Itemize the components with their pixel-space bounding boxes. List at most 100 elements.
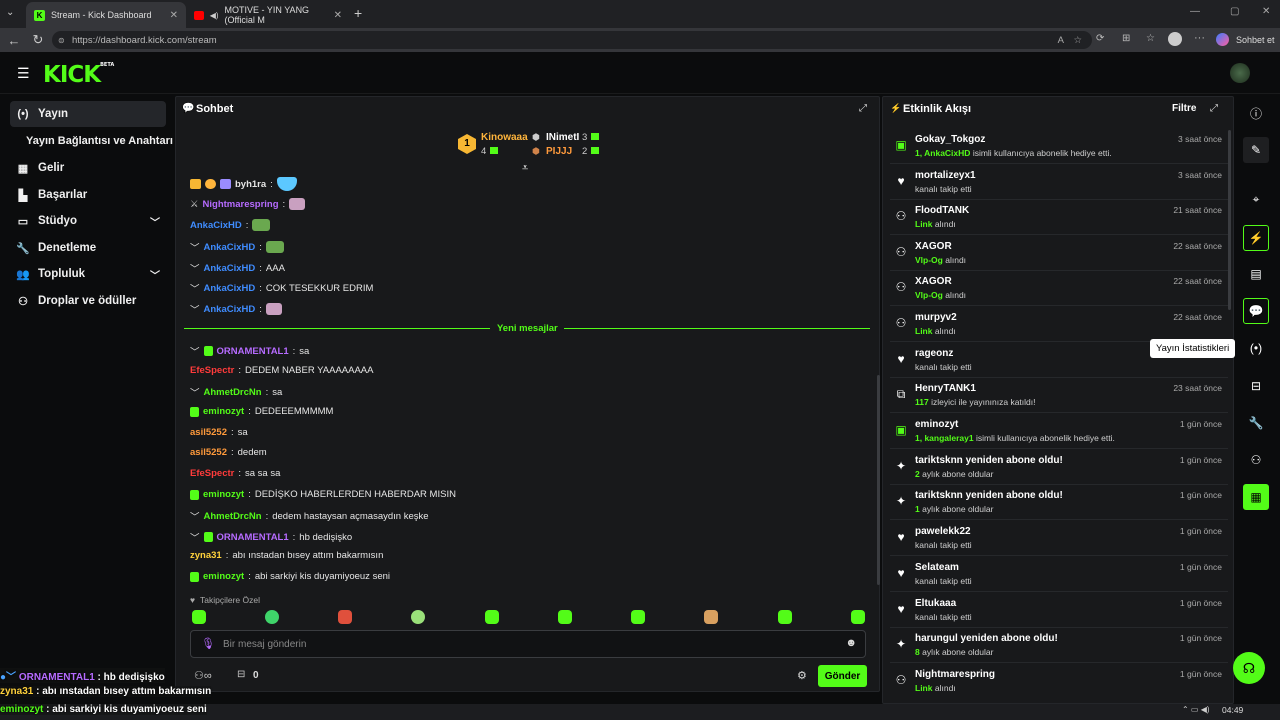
emote-button[interactable]	[338, 610, 352, 624]
close-window-icon[interactable]: ✕	[1262, 6, 1270, 17]
kick-logo[interactable]: KICKBETA	[43, 62, 114, 88]
browser-tab-kick[interactable]: K Stream - Kick Dashboard ✕	[26, 2, 186, 28]
notes-icon[interactable]: ▤	[1243, 261, 1269, 287]
chat-settings-icon[interactable]: ⚙	[797, 669, 807, 682]
chat-username[interactable]: eminozyt	[203, 571, 244, 582]
activity-item[interactable]: ✦ tariktsknn yeniden abone oldu! 2 aylık a…	[890, 450, 1228, 485]
emote-button[interactable]	[631, 610, 645, 624]
chat-username[interactable]: eminozyt	[203, 489, 244, 500]
send-button[interactable]: Gönder	[818, 665, 867, 687]
close-tab-icon[interactable]: ✕	[334, 10, 342, 21]
activity-item[interactable]: ♥ mortalizeyx1 kanalı takip etti 3 saat önc…	[890, 165, 1228, 200]
speaker-icon[interactable]: ◀)	[210, 11, 219, 20]
microphone-icon[interactable]: 🎙	[201, 637, 215, 650]
info-icon[interactable]: ⓘ	[1243, 100, 1269, 126]
reply-chevron-icon[interactable]: ﹀	[190, 344, 200, 358]
emote-button[interactable]	[265, 610, 279, 624]
chat-username[interactable]: AnkaCixHD	[190, 220, 242, 231]
activity-item[interactable]: ⚇ FloodTANK Link alındı 21 saat önce	[890, 200, 1228, 235]
leader-name[interactable]: INimetI	[546, 132, 579, 143]
activity-item[interactable]: ⧉ HenryTANK1 117 izleyici ile yayınınıza k…	[890, 378, 1228, 413]
extensions-icon[interactable]: ⟳	[1096, 33, 1104, 44]
activity-item[interactable]: ⚇ XAGOR Vlp-Og alındı 22 saat önce	[890, 271, 1228, 306]
activity-scrollbar[interactable]	[1228, 130, 1231, 310]
reply-chevron-icon[interactable]: ﹀	[190, 240, 200, 254]
chat-username[interactable]: AnkaCixHD	[204, 263, 256, 274]
support-headset-icon[interactable]: ☊	[1233, 652, 1265, 684]
activity-item[interactable]: ✦ harungul yeniden abone oldu! 8 aylık abo…	[890, 628, 1228, 663]
collections-icon[interactable]: ☆	[1146, 33, 1155, 44]
sidebar-item-studyo[interactable]: ▭ Stüdyo ﹀	[10, 208, 166, 234]
browser-tab-youtube[interactable]: ◀) MOTIVE - YIN YANG (Official M ✕	[186, 2, 350, 28]
activity-feed-icon[interactable]: ⚡	[1243, 225, 1269, 251]
site-info-icon[interactable]: ⊜	[58, 36, 65, 45]
chat-username[interactable]: zyna31	[190, 550, 222, 561]
chat-scrollbar[interactable]	[877, 375, 880, 585]
emote-button[interactable]	[485, 610, 499, 624]
chat-input[interactable]: 🎙 Bir mesaj gönderin ☻	[190, 630, 866, 658]
drops-icon[interactable]: ⚇	[1243, 447, 1269, 473]
chat-username[interactable]: ORNAMENTAL1	[217, 346, 289, 357]
reward-box-icon[interactable]: ⊟	[237, 669, 245, 680]
reply-chevron-icon[interactable]: ﹀	[190, 281, 200, 295]
hamburger-menu-icon[interactable]: ☰	[17, 65, 30, 82]
minimize-icon[interactable]: —	[1190, 6, 1200, 17]
channel-points-icon[interactable]: ⚇∞	[194, 669, 212, 682]
chat-username[interactable]: AnkaCixHD	[204, 283, 256, 294]
activity-item[interactable]: ▣ Gokay_Tokgoz 1, AnkaCixHD isimli kullanı…	[890, 129, 1228, 164]
activity-item[interactable]: ⚇ Nightmarespring Link alındı 1 gün önce	[890, 664, 1228, 694]
profile-avatar-icon[interactable]	[1168, 32, 1182, 46]
chat-username[interactable]: byh1ra	[235, 179, 266, 190]
stream-stats-icon[interactable]: (•)	[1243, 335, 1269, 361]
reload-icon[interactable]: ↻	[26, 32, 50, 48]
copilot-label[interactable]: Sohbet et	[1236, 35, 1275, 45]
maximize-icon[interactable]: ▢	[1230, 6, 1239, 17]
target-icon[interactable]: ⌖	[1243, 186, 1269, 212]
activity-item[interactable]: ✦ tariktsknn yeniden abone oldu! 1 aylık a…	[890, 485, 1228, 520]
chat-toggle-icon[interactable]: 💬	[1243, 298, 1269, 324]
sidebar-item-topluluk[interactable]: 👥 Topluluk ﹀	[10, 261, 166, 287]
reply-chevron-icon[interactable]: ﹀	[190, 385, 200, 399]
new-tab-icon[interactable]: +	[354, 5, 362, 21]
favorite-star-icon[interactable]: ☆	[1073, 35, 1082, 46]
clapper-icon[interactable]: ▦	[1243, 484, 1269, 510]
chat-username[interactable]: AhmetDrcNn	[204, 387, 262, 398]
activity-item[interactable]: ♥ Eltukaaa kanalı takip etti 1 gün önce	[890, 593, 1228, 628]
emote-button[interactable]	[851, 610, 865, 624]
filter-button[interactable]: Filtre	[1172, 103, 1196, 114]
back-icon[interactable]: ←	[2, 33, 26, 48]
activity-item[interactable]: ♥ Selateam kanalı takip etti 1 gün önce	[890, 557, 1228, 592]
sidebar-item-droplar[interactable]: ⚇ Droplar ve ödüller	[10, 288, 166, 314]
emote-button[interactable]	[558, 610, 572, 624]
reply-chevron-icon[interactable]: ﹀	[190, 509, 200, 523]
chat-username[interactable]: Nightmarespring	[203, 199, 279, 210]
user-avatar[interactable]	[1230, 63, 1250, 83]
leader-name[interactable]: Kinowaaa	[481, 132, 528, 143]
chat-username[interactable]: AhmetDrcNn	[204, 511, 262, 522]
chat-username[interactable]: EfeSpectr	[190, 365, 234, 376]
popout-chat-icon[interactable]: ⤢	[859, 103, 867, 114]
layout-icon[interactable]: ⊟	[1243, 373, 1269, 399]
wrench-icon[interactable]: 🔧	[1243, 410, 1269, 436]
reply-chevron-icon[interactable]: ﹀	[190, 302, 200, 316]
sidebar-item-basarilar[interactable]: ▙ Başarılar	[10, 182, 166, 208]
tray-icons[interactable]: ⌃ ▭ ◀)	[1182, 705, 1210, 714]
reply-chevron-icon[interactable]: ﹀	[190, 261, 200, 275]
chat-username[interactable]: AnkaCixHD	[204, 304, 256, 315]
emote-button[interactable]	[704, 610, 718, 624]
reply-chevron-icon[interactable]: ﹀	[190, 530, 200, 544]
split-screen-icon[interactable]: ⊞	[1122, 33, 1130, 44]
emote-button[interactable]	[778, 610, 792, 624]
copilot-icon[interactable]	[1216, 33, 1229, 46]
chat-username[interactable]: AnkaCixHD	[204, 242, 256, 253]
tab-list-icon[interactable]: ⌄	[6, 7, 14, 18]
sidebar-item-denetleme[interactable]: 🔧 Denetleme	[10, 235, 166, 261]
activity-item[interactable]: ♥ pawelekk22 kanalı takip etti 1 gün önce	[890, 521, 1228, 556]
read-aloud-icon[interactable]: A	[1058, 35, 1064, 46]
popout-activity-icon[interactable]: ⤢	[1210, 103, 1218, 114]
address-bar[interactable]: ⊜ https://dashboard.kick.com/stream A ☆	[52, 31, 1092, 49]
activity-item[interactable]: ⚇ XAGOR Vlp-Og alındı 22 saat önce	[890, 236, 1228, 271]
sidebar-item-gelir[interactable]: ▦ Gelir	[10, 155, 166, 181]
emoji-picker-icon[interactable]: ☻	[845, 637, 857, 649]
chat-username[interactable]: asil5252	[190, 427, 227, 438]
